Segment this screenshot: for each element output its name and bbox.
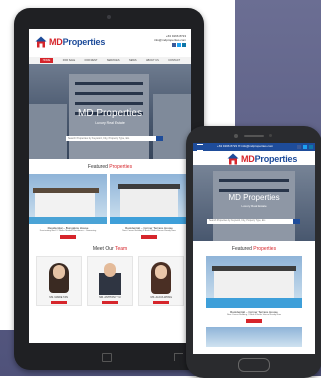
- brand-name: MDProperties: [49, 37, 106, 47]
- twitter-icon[interactable]: [177, 43, 181, 47]
- twitter-icon[interactable]: [303, 145, 307, 149]
- menu-about[interactable]: ABOUT US: [146, 59, 159, 62]
- pool: [206, 298, 302, 308]
- facebook-icon[interactable]: [297, 145, 301, 149]
- featured-list: Residential – Bungalow House Fascinating…: [29, 174, 191, 241]
- mobile-logo[interactable]: MDProperties: [193, 151, 315, 165]
- house-shape: [35, 192, 95, 217]
- menu-services[interactable]: SERVICES: [107, 59, 120, 62]
- view-details-button[interactable]: [60, 235, 76, 239]
- hamburger-menu-icon[interactable]: [197, 144, 203, 151]
- mobile-topbar: +63 9166 8723 ✉ info@mdproperties.com: [193, 143, 315, 151]
- featured-card[interactable]: Residential – Bungalow House Fascinating…: [29, 174, 107, 241]
- person-face: [52, 265, 65, 279]
- phone-screen: +63 9166 8723 ✉ info@mdproperties.com MD…: [193, 143, 315, 354]
- card-desc: New Corner Building 3 Bed-4 Baths House …: [122, 230, 176, 232]
- view-details-button[interactable]: [246, 319, 262, 323]
- team-card[interactable]: MS. MARIE TAN: [35, 256, 82, 306]
- phone-device: +63 9166 8723 ✉ info@mdproperties.com MD…: [186, 126, 321, 378]
- home-icon[interactable]: [102, 353, 112, 362]
- mobile-hero: MD Properties Luxury Real Estate Search …: [193, 165, 315, 241]
- hero-subtitle: Luxury Real Estate: [95, 121, 125, 125]
- main-menu: HOME FOR SALE FOR RENT SERVICES NEWS ABO…: [29, 57, 191, 64]
- view-details-button[interactable]: [141, 235, 157, 239]
- team-heading: Meet Our Team: [92, 246, 128, 252]
- phone-sensor: [269, 134, 272, 137]
- team-card[interactable]: MR. ANTHONY YU: [86, 256, 133, 306]
- hero-title: MD Properties: [228, 193, 280, 202]
- phone-home-button[interactable]: [238, 358, 270, 372]
- person-face: [155, 265, 168, 279]
- featured-card[interactable]: Residential – Corner Terrace House New C…: [110, 174, 188, 241]
- team-card[interactable]: MS. ALICIA WONG: [138, 256, 185, 306]
- hero-overlay: [193, 165, 315, 241]
- mobile-contact: +63 9166 8723 ✉ info@mdproperties.com: [217, 144, 274, 148]
- property-photo[interactable]: [206, 327, 302, 347]
- house-shape: [214, 270, 294, 298]
- menu-for-sale[interactable]: FOR SALE: [63, 59, 75, 62]
- hero-banner: MD Properties Luxury Real Estate Search …: [29, 64, 191, 159]
- property-photo: [29, 174, 107, 224]
- facebook-icon[interactable]: [172, 43, 176, 47]
- person-face: [103, 263, 116, 277]
- brand-name: MDProperties: [241, 154, 298, 164]
- house-roof: [118, 184, 180, 189]
- site-logo[interactable]: MDProperties: [35, 36, 105, 48]
- tablet-nav-bar: [14, 350, 204, 364]
- member-button[interactable]: [153, 301, 170, 304]
- tablet-device: MDProperties +63 9166 8723 info@mdproper…: [14, 8, 204, 370]
- tablet-screen: MDProperties +63 9166 8723 info@mdproper…: [29, 29, 191, 343]
- linkedin-icon[interactable]: [182, 43, 186, 47]
- house-logo-icon: [227, 153, 239, 165]
- property-search-input[interactable]: Search Properties by Keyword, City, Prop…: [207, 219, 293, 224]
- house-shape: [120, 188, 178, 217]
- hero-subtitle: Luxury Real Estate: [241, 204, 267, 208]
- menu-contact[interactable]: CONTACT: [168, 59, 180, 62]
- tablet-camera: [107, 15, 111, 19]
- house-logo-icon: [35, 36, 47, 48]
- contact-info: +63 9166 8723 info@mdproperties.com: [154, 34, 186, 48]
- menu-for-rent[interactable]: FOR RENT: [85, 59, 98, 62]
- search-button[interactable]: [156, 136, 163, 141]
- pool: [29, 217, 107, 224]
- phone-camera: [234, 134, 238, 138]
- featured-heading: Featured Properties: [231, 246, 277, 252]
- linkedin-icon[interactable]: [309, 145, 313, 149]
- featured-heading: Featured Properties: [87, 164, 133, 170]
- member-name: MS. MARIE TAN: [49, 296, 68, 299]
- house-roof: [212, 266, 296, 271]
- property-search-input[interactable]: Search Properties by Keyword, City, Prop…: [66, 136, 156, 141]
- search-button[interactable]: [293, 219, 300, 224]
- back-icon[interactable]: [174, 353, 183, 361]
- team-list: MS. MARIE TAN MR. ANTHONY YU MS. ALICIA …: [29, 256, 191, 306]
- site-header: MDProperties +63 9166 8723 info@mdproper…: [29, 29, 191, 57]
- member-button[interactable]: [101, 301, 118, 304]
- member-name: MS. ALICIA WONG: [150, 296, 173, 299]
- menu-home[interactable]: HOME: [39, 58, 54, 63]
- member-name: MR. ANTHONY YU: [99, 296, 121, 299]
- property-photo: [110, 174, 188, 224]
- menu-news[interactable]: NEWS: [129, 59, 137, 62]
- member-button[interactable]: [50, 301, 67, 304]
- card-desc: New Corner Building, 3 Bed-4 Baths House…: [227, 314, 281, 316]
- pool: [110, 217, 188, 224]
- card-desc: Fascinating Bed / 2 Baths Modern Residen…: [39, 230, 97, 232]
- phone-speaker: [244, 135, 264, 137]
- house-roof: [33, 188, 99, 193]
- property-photo[interactable]: [206, 256, 302, 308]
- hero-title: MD Properties: [78, 108, 142, 119]
